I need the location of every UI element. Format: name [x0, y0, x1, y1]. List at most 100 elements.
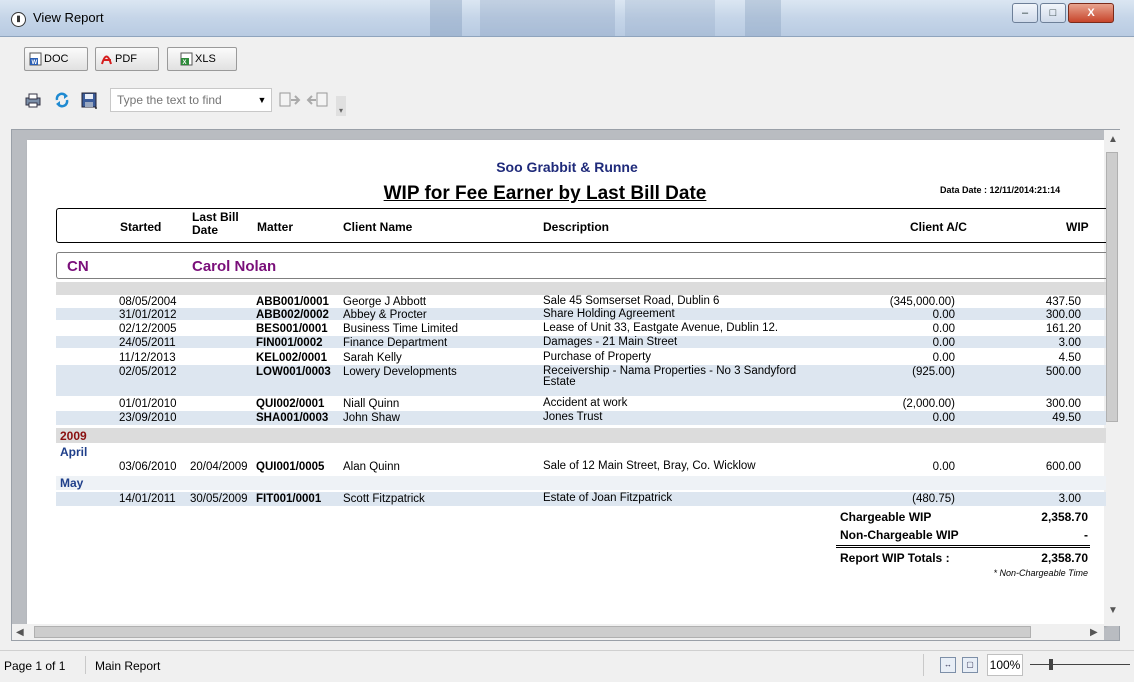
cell-started: 14/01/2011 [119, 493, 176, 505]
table-row: 08/05/2004 ABB001/0001 George J Abbott Sale… [56, 295, 1106, 308]
word-doc-icon: W [29, 52, 42, 66]
report-wip-totals-value: 2,358.70 [1041, 551, 1088, 565]
table-row: 01/01/2010 QUI002/0001 Niall Quinn Accident… [56, 397, 1106, 410]
cell-wip: 500.00 [1045, 366, 1081, 378]
cell-matter: SHA001/0003 [256, 412, 329, 424]
scroll-up-icon[interactable]: ▲ [1108, 134, 1118, 145]
cell-matter: ABB001/0001 [256, 296, 329, 308]
taskbar-blur [480, 0, 615, 36]
cell-client: Sarah Kelly [343, 352, 402, 364]
totals-divider [836, 545, 1090, 546]
cell-started: 24/05/2011 [119, 337, 176, 349]
month-label: April [60, 445, 88, 459]
fit-width-icon[interactable]: ↔ [940, 657, 956, 673]
scroll-left-icon[interactable]: ◀ [16, 627, 24, 638]
chargeable-wip-label: Chargeable WIP [840, 510, 932, 524]
export-doc-button[interactable]: W DOC [24, 47, 88, 71]
horizontal-scroll-thumb[interactable] [34, 626, 1031, 638]
cell-client-ac: 0.00 [932, 309, 955, 321]
export-doc-label: DOC [44, 53, 69, 65]
cell-description: Jones Trust [543, 411, 603, 423]
totals-divider [836, 547, 1090, 548]
cell-client: Lowery Developments [343, 366, 457, 378]
window-title: View Report [33, 10, 104, 25]
col-started: Started [120, 220, 162, 234]
find-previous-icon[interactable] [306, 91, 328, 109]
cell-client: Business Time Limited [343, 323, 459, 335]
toolbar-overflow-icon[interactable]: ▾ [336, 96, 346, 116]
table-row: 24/05/2011 FIN001/0002 Finance Department D… [56, 336, 1106, 349]
report-name[interactable]: Main Report [95, 659, 160, 673]
export-pdf-label: PDF [115, 53, 137, 65]
cell-client-ac: (2,000.00) [902, 398, 955, 410]
cell-description: Sale of 12 Main Street, Bray, Co. Wicklo… [543, 460, 756, 472]
fit-page-icon[interactable]: ▢ [962, 657, 978, 673]
cell-client-ac: 0.00 [932, 461, 955, 473]
table-row: 11/12/2013 KEL002/0001 Sarah Kelly Purchase… [56, 351, 1106, 364]
cell-matter: ABB002/0002 [256, 309, 329, 321]
col-last-bill: Last Bill Date [192, 210, 239, 237]
cell-wip: 161.20 [1045, 323, 1081, 335]
cell-last-bill: 20/04/2009 [190, 461, 248, 473]
cell-client-ac: 0.00 [932, 337, 955, 349]
cell-client: Scott Fitzpatrick [343, 493, 425, 505]
month-band [56, 476, 1106, 490]
minimize-button[interactable]: – [1012, 3, 1038, 23]
fee-earner-code: CN [67, 258, 89, 275]
cell-wip: 3.00 [1058, 493, 1081, 505]
cell-matter: LOW001/0003 [256, 366, 331, 378]
cell-started: 11/12/2013 [119, 352, 176, 364]
firm-name: Soo Grabbit & Runne [496, 159, 638, 175]
zoom-slider-thumb[interactable] [1049, 659, 1053, 670]
page-indicator: Page 1 of 1 [4, 659, 66, 673]
non-chargeable-footnote: * Non-Chargeable Time [993, 568, 1088, 578]
find-next-icon[interactable] [279, 91, 301, 109]
non-chargeable-wip-label: Non-Chargeable WIP [840, 528, 959, 542]
export-pdf-button[interactable]: PDF [95, 47, 159, 71]
cell-matter: BES001/0001 [256, 323, 328, 335]
cell-description: Lease of Unit 33, Eastgate Avenue, Dubli… [543, 322, 779, 334]
scroll-down-icon[interactable]: ▼ [1108, 605, 1118, 616]
cell-matter: FIT001/0001 [256, 493, 322, 505]
cell-description: Damages - 21 Main Street [543, 336, 678, 348]
status-divider [923, 654, 924, 676]
cell-started: 03/06/2010 [119, 461, 177, 473]
find-text-input[interactable] [110, 88, 272, 112]
cell-client: George J Abbott [343, 296, 427, 308]
table-row: 02/12/2005 BES001/0001 Business Time Limit… [56, 322, 1106, 335]
taskbar-blur [745, 0, 781, 36]
cell-client-ac: 0.00 [932, 412, 955, 424]
zoom-level[interactable]: 100% [987, 654, 1023, 676]
cell-matter: FIN001/0002 [256, 337, 323, 349]
zoom-slider[interactable] [1030, 664, 1130, 665]
vertical-scroll-thumb[interactable] [1106, 152, 1118, 422]
table-row: 31/01/2012 ABB002/0002 Abbey & Procter Shar… [56, 308, 1106, 321]
col-matter: Matter [257, 220, 294, 234]
excel-icon: X [180, 52, 193, 66]
cell-matter: KEL002/0001 [256, 352, 327, 364]
cell-client-ac: (480.75) [912, 493, 955, 505]
cell-client: Niall Quinn [343, 398, 400, 410]
col-client-ac: Client A/C [910, 220, 967, 234]
scroll-right-icon[interactable]: ▶ [1090, 627, 1098, 638]
cell-wip: 300.00 [1045, 309, 1081, 321]
maximize-button[interactable]: □ [1040, 3, 1066, 23]
cell-started: 01/01/2010 [119, 398, 177, 410]
app-icon: ⦀ [11, 12, 26, 27]
close-button[interactable]: X [1068, 3, 1114, 23]
export-xls-label: XLS [195, 53, 216, 65]
data-date: Data Date : 12/11/2014:21:14 [940, 185, 1061, 195]
cell-wip: 4.50 [1058, 352, 1081, 364]
chargeable-wip-value: 2,358.70 [1041, 510, 1088, 524]
save-icon[interactable] [80, 91, 98, 109]
cell-description: Share Holding Agreement [543, 308, 675, 320]
cell-client-ac: 0.00 [932, 352, 955, 364]
refresh-icon[interactable] [53, 91, 71, 109]
pdf-icon [100, 52, 113, 66]
print-icon[interactable] [24, 91, 42, 109]
export-xls-button[interactable]: X XLS [167, 47, 237, 71]
cell-last-bill: 30/05/2009 [190, 493, 248, 505]
group-separator [56, 282, 1106, 295]
chevron-down-icon[interactable]: ▼ [255, 91, 269, 109]
cell-description: Estate of Joan Fitzpatrick [543, 492, 673, 504]
